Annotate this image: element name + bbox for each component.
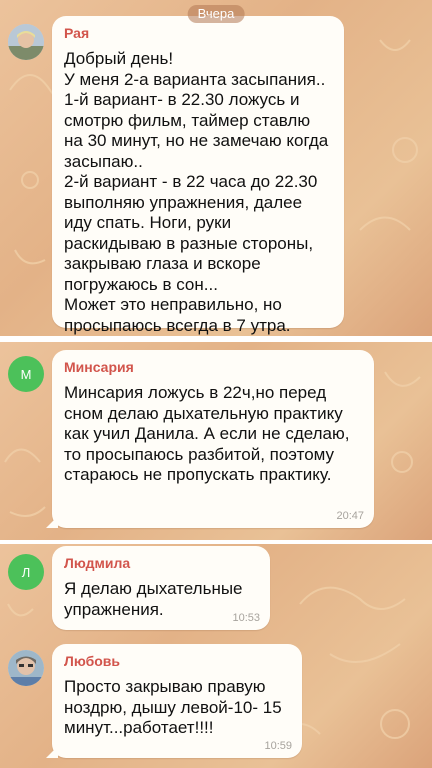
chat-screen: Вчера Рая Добрый день! У меня 2-а вариан…: [0, 0, 432, 768]
message-lyubov[interactable]: Любовь Просто закрываю правую ноздрю, ды…: [0, 642, 432, 762]
message-text: Просто закрываю правую ноздрю, дышу лево…: [64, 677, 282, 737]
message-time: 10:53: [232, 612, 260, 624]
avatar-lyudmila[interactable]: Л: [8, 554, 44, 590]
message-text: Я делаю дыхательные упражнения.: [64, 579, 243, 619]
message-bubble: Людмила Я делаю дыхательные упражнения. …: [52, 546, 270, 630]
message-time: 20:47: [336, 510, 364, 522]
avatar-raya[interactable]: [8, 24, 44, 60]
message-time: 10:59: [264, 740, 292, 752]
chat-panel-1: Вчера Рая Добрый день! У меня 2-а вариан…: [0, 0, 432, 336]
chat-panel-2: М Минсария Минсария ложусь в 22ч,но пере…: [0, 342, 432, 540]
avatar-lyubov[interactable]: [8, 650, 44, 686]
avatar-photo-icon: [8, 650, 44, 686]
bubble-tail: [46, 746, 58, 758]
message-raya[interactable]: Рая Добрый день! У меня 2-а варианта зас…: [0, 0, 432, 336]
date-separator: Вчера: [187, 5, 245, 23]
chat-panel-3: Л Людмила Я делаю дыхательные упражнения…: [0, 544, 432, 768]
message-text: Добрый день! У меня 2-а варианта засыпан…: [64, 49, 329, 335]
sender-name[interactable]: Минсария: [64, 359, 362, 375]
sender-name[interactable]: Любовь: [64, 653, 290, 669]
sender-name[interactable]: Рая: [64, 25, 332, 41]
avatar-minsaria[interactable]: М: [8, 356, 44, 392]
avatar-letter: М: [20, 366, 32, 382]
sender-name[interactable]: Людмила: [64, 555, 258, 571]
message-bubble: Минсария Минсария ложусь в 22ч,но перед …: [46, 350, 374, 528]
message-text: Минсария ложусь в 22ч,но перед сном дела…: [64, 383, 350, 484]
message-lyudmila[interactable]: Л Людмила Я делаю дыхательные упражнения…: [0, 544, 432, 636]
avatar-letter: Л: [21, 564, 31, 580]
avatar-photo-icon: [8, 24, 44, 60]
message-minsaria[interactable]: М Минсария Минсария ложусь в 22ч,но пере…: [0, 342, 432, 540]
message-bubble: Рая Добрый день! У меня 2-а варианта зас…: [52, 16, 344, 335]
bubble-tail: [46, 516, 58, 528]
message-bubble: Любовь Просто закрываю правую ноздрю, ды…: [46, 644, 302, 758]
